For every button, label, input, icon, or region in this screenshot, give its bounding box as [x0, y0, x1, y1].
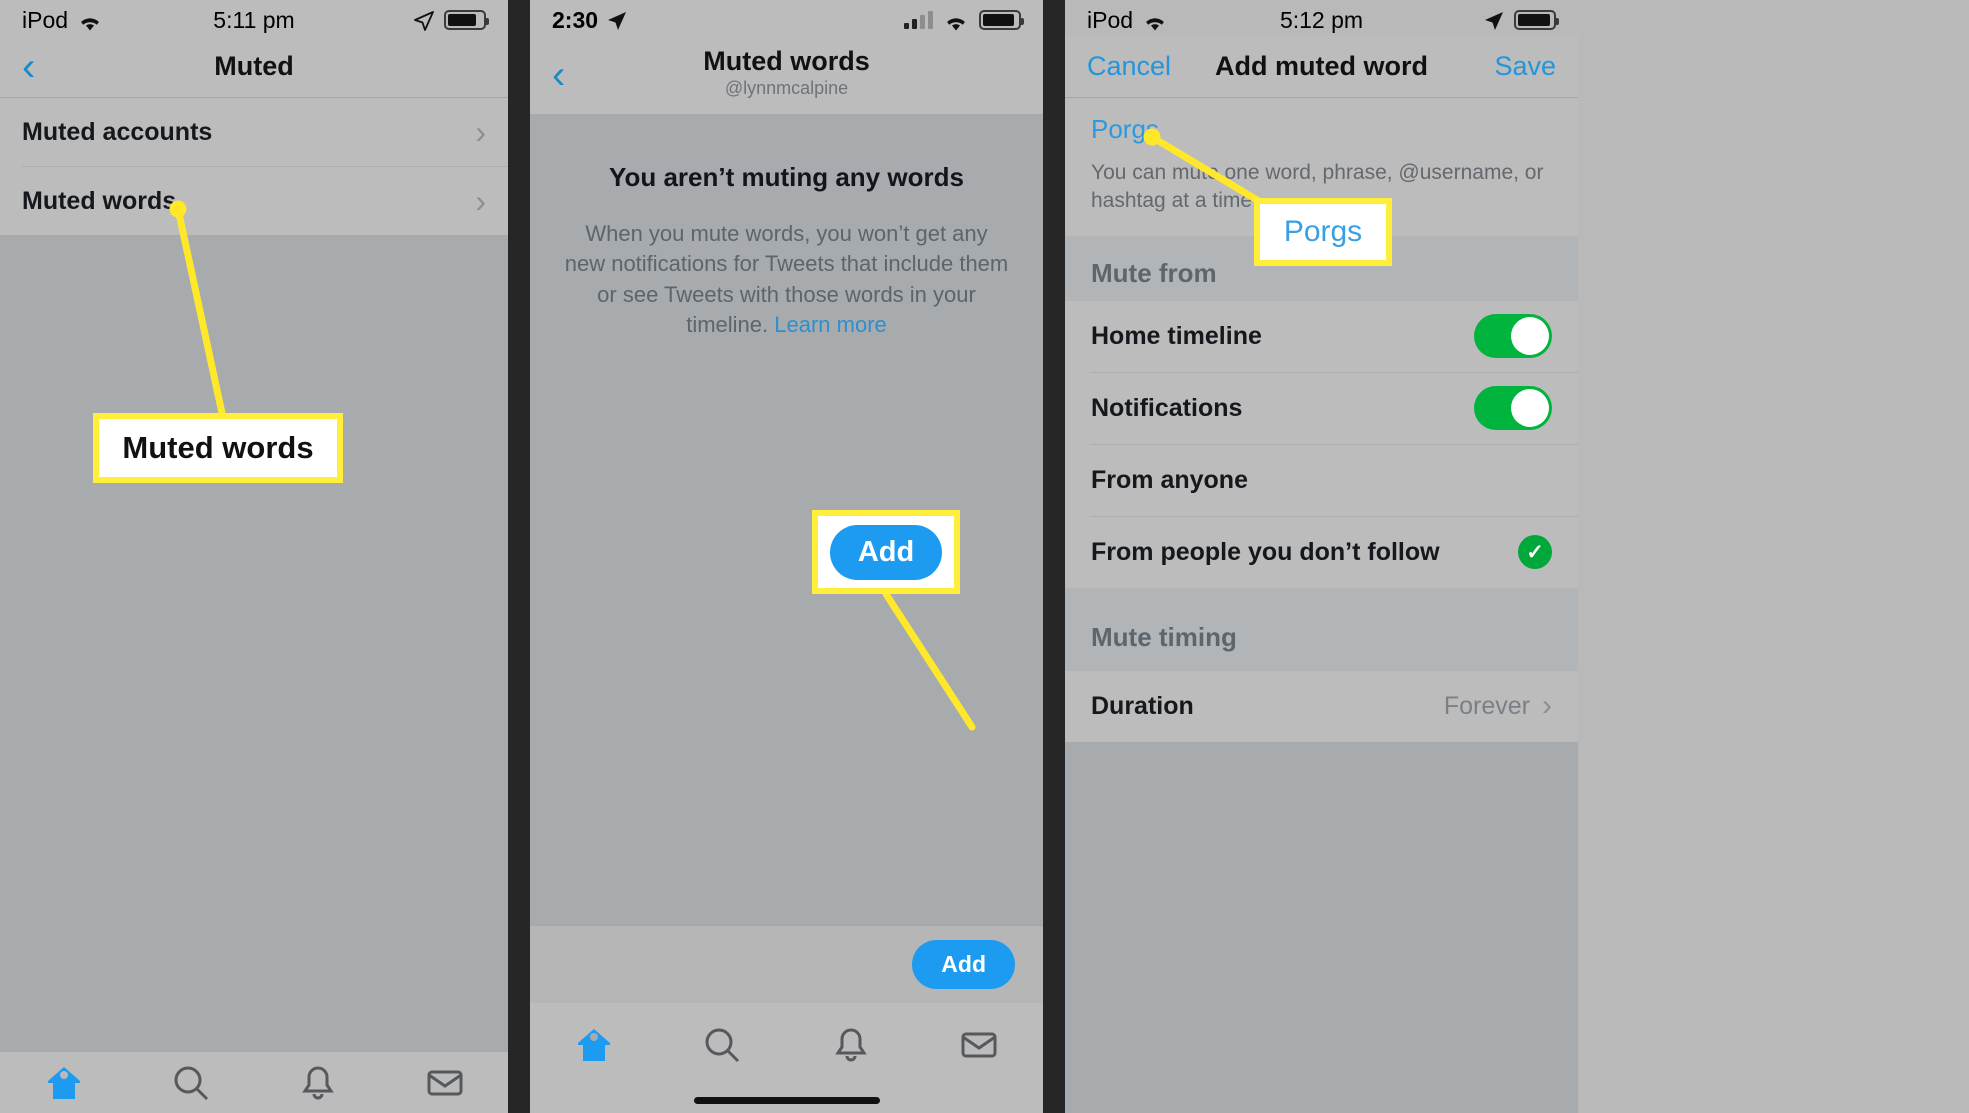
chevron-left-icon[interactable]: ‹ — [22, 47, 62, 87]
panel-gap — [508, 0, 530, 1113]
row-home-timeline[interactable]: Home timeline — [1065, 300, 1578, 372]
empty-area — [0, 235, 508, 1052]
empty-state-title: You aren’t muting any words — [609, 162, 964, 192]
phone-panel-muted-settings: iPod 5:11 pm ‹ Muted Muted accounts › Mu… — [0, 0, 508, 1113]
filler-area — [1065, 741, 1578, 1113]
envelope-icon[interactable] — [958, 1024, 1000, 1066]
right-edge-filler — [1578, 0, 1969, 1113]
row-label: Duration — [1091, 691, 1194, 720]
list-item-label: Muted words — [22, 186, 177, 215]
wifi-icon — [1142, 11, 1168, 30]
envelope-icon[interactable] — [424, 1062, 466, 1104]
row-label: From anyone — [1091, 465, 1248, 494]
duration-value: Forever — [1443, 691, 1530, 720]
section-header-mute-timing: Mute timing — [1065, 587, 1578, 671]
list-item-muted-words[interactable]: Muted words › — [0, 167, 508, 235]
add-bar: Add — [530, 925, 1043, 1003]
panel-gap-2 — [1043, 0, 1065, 1113]
section-header-mute-from: Mute from — [1065, 235, 1578, 301]
page-title: Muted — [214, 51, 294, 81]
bell-icon[interactable] — [830, 1024, 872, 1066]
tab-bar — [0, 1051, 508, 1113]
add-button[interactable]: Add — [912, 940, 1015, 989]
settings-list: Muted accounts › Muted words › — [0, 98, 508, 235]
phone-panel-muted-words: 2:30 ‹ Muted words @lynnmcalpine You are… — [530, 0, 1043, 1113]
battery-icon — [1514, 10, 1559, 30]
page-subtitle: @lynnmcalpine — [724, 78, 849, 98]
cancel-button[interactable]: Cancel — [1087, 51, 1171, 82]
page-title: Muted words — [703, 46, 870, 76]
home-icon[interactable] — [43, 1062, 85, 1104]
location-arrow-icon — [607, 10, 627, 30]
toggle-home-timeline[interactable] — [1474, 314, 1552, 359]
wifi-icon — [77, 11, 103, 30]
chevron-right-icon: › — [475, 182, 486, 219]
home-icon[interactable] — [573, 1024, 615, 1066]
nav-bar: ‹ Muted — [0, 36, 508, 98]
learn-more-link[interactable]: Learn more — [774, 312, 887, 337]
list-item-label: Muted accounts — [22, 117, 213, 146]
search-icon[interactable] — [701, 1024, 743, 1066]
row-from-anyone[interactable]: From anyone — [1065, 444, 1578, 516]
status-bar: iPod 5:12 pm — [1065, 0, 1578, 36]
row-notifications[interactable]: Notifications — [1065, 372, 1578, 444]
save-button[interactable]: Save — [1494, 51, 1556, 82]
battery-icon — [979, 10, 1024, 30]
row-label: Home timeline — [1091, 321, 1262, 350]
carrier-label: iPod — [22, 6, 69, 33]
bell-icon[interactable] — [297, 1062, 339, 1104]
toggle-notifications[interactable] — [1474, 386, 1552, 431]
chevron-right-icon: › — [475, 113, 486, 150]
row-label: Notifications — [1091, 393, 1243, 422]
cell-signal-icon — [904, 11, 933, 29]
row-from-people-you-dont-follow[interactable]: From people you don’t follow ✓ — [1065, 516, 1578, 588]
status-time: 2:30 — [552, 6, 599, 33]
chevron-right-icon: › — [1542, 689, 1552, 723]
row-duration[interactable]: Duration Forever › — [1065, 670, 1578, 742]
battery-icon — [444, 10, 489, 30]
muted-word-value: Porgs — [1091, 114, 1159, 144]
carrier-label: iPod — [1087, 6, 1134, 33]
search-icon[interactable] — [170, 1062, 212, 1104]
location-arrow-icon — [1484, 10, 1504, 30]
tab-bar — [530, 1003, 1043, 1087]
chevron-left-icon[interactable]: ‹ — [552, 55, 592, 95]
muted-word-field[interactable]: Porgs You can mute one word, phrase, @us… — [1065, 98, 1578, 236]
field-hint: You can mute one word, phrase, @username… — [1091, 161, 1544, 213]
location-arrow-icon — [414, 10, 434, 31]
list-item-muted-accounts[interactable]: Muted accounts › — [0, 98, 508, 166]
home-indicator — [530, 1087, 1043, 1113]
phone-panel-add-muted-word: iPod 5:12 pm Cancel Add muted word Save — [1065, 0, 1578, 1113]
check-icon: ✓ — [1518, 535, 1552, 570]
row-label: From people you don’t follow — [1091, 537, 1440, 566]
mute-from-list: Home timeline Notifications From anyone … — [1065, 300, 1578, 588]
wifi-icon — [943, 11, 969, 30]
nav-bar: Cancel Add muted word Save — [1065, 36, 1578, 98]
status-bar: 2:30 — [530, 0, 1043, 36]
status-bar: iPod 5:11 pm — [0, 0, 508, 36]
screenshot-stage: iPod 5:11 pm ‹ Muted Muted accounts › Mu… — [0, 0, 1969, 1113]
nav-bar: ‹ Muted words @lynnmcalpine — [530, 36, 1043, 114]
empty-state: You aren’t muting any words When you mut… — [530, 114, 1043, 925]
